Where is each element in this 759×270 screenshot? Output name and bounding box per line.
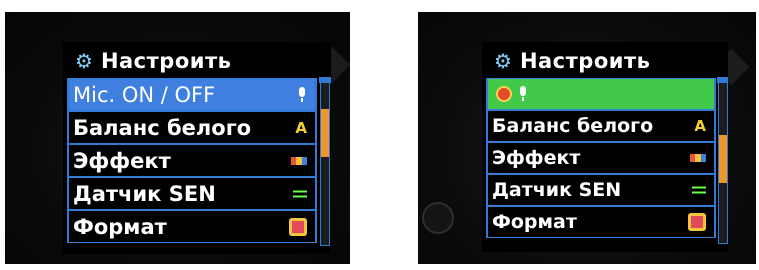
lcd-screen: ⚙ Настроить Баланс белого A Эффект Датчи… — [482, 42, 728, 252]
settings-menu: Mic. ON / OFF Баланс белого A Эффект Дат… — [67, 78, 317, 243]
menu-item-label: Баланс белого — [73, 115, 252, 140]
camera-screen-photo-left: ⚙ Настроить Mic. ON / OFF Баланс белого … — [5, 12, 350, 264]
menu-item-effect[interactable]: Эффект — [486, 142, 716, 174]
menu-item-label: Эффект — [73, 148, 171, 173]
white-balance-icon: A — [295, 118, 307, 137]
menu-item-white-balance[interactable]: Баланс белого A — [67, 111, 317, 144]
settings-title: Настроить — [519, 49, 651, 73]
menu-item-label: Mic. ON / OFF — [73, 82, 216, 107]
lcd-screen: ⚙ Настроить Mic. ON / OFF Баланс белого … — [63, 42, 331, 254]
effect-icon — [291, 156, 307, 165]
sensor-icon — [692, 186, 706, 194]
settings-title: Настроить — [100, 49, 232, 73]
scrollbar-thumb[interactable] — [321, 109, 329, 157]
menu-item-label: Формат — [492, 211, 577, 233]
scrollbar[interactable] — [319, 77, 331, 246]
format-icon — [289, 217, 307, 236]
effect-icon — [690, 154, 706, 162]
camera-screen-photo-right: ⚙ Настроить Баланс белого A Эффект Датчи… — [418, 12, 756, 264]
menu-item-white-balance[interactable]: Баланс белого A — [486, 110, 716, 142]
menu-item-label: Датчик SEN — [73, 181, 216, 206]
format-icon — [688, 213, 706, 231]
menu-item-label: Формат — [73, 214, 167, 239]
white-balance-icon: A — [694, 117, 706, 135]
mic-on-icon[interactable] — [518, 86, 528, 102]
menu-item-sensor[interactable]: Датчик SEN — [67, 177, 317, 210]
menu-item-format[interactable]: Формат — [486, 206, 716, 238]
settings-header: ⚙ Настроить — [63, 46, 331, 76]
scrollbar-thumb[interactable] — [719, 135, 727, 183]
settings-header: ⚙ Настроить — [482, 46, 728, 76]
mic-off-icon[interactable] — [496, 86, 512, 102]
settings-gear-icon: ⚙ — [75, 49, 93, 73]
menu-item-effect[interactable]: Эффект — [67, 144, 317, 177]
microphone-icon — [297, 86, 307, 103]
menu-item-mic-options[interactable] — [486, 78, 716, 110]
menu-item-format[interactable]: Формат — [67, 210, 317, 243]
menu-item-label: Эффект — [492, 147, 581, 169]
menu-item-label: Датчик SEN — [492, 179, 622, 201]
lens-ring — [422, 202, 454, 234]
settings-menu: Баланс белого A Эффект Датчик SEN Формат — [486, 78, 716, 238]
menu-item-label: Баланс белого — [492, 115, 654, 137]
settings-gear-icon: ⚙ — [494, 49, 512, 73]
menu-item-mic[interactable]: Mic. ON / OFF — [67, 78, 317, 111]
sensor-icon — [293, 190, 307, 197]
menu-item-sensor[interactable]: Датчик SEN — [486, 174, 716, 206]
scrollbar-cap — [319, 77, 331, 83]
scrollbar[interactable] — [717, 77, 728, 244]
scrollbar-cap — [717, 77, 728, 83]
